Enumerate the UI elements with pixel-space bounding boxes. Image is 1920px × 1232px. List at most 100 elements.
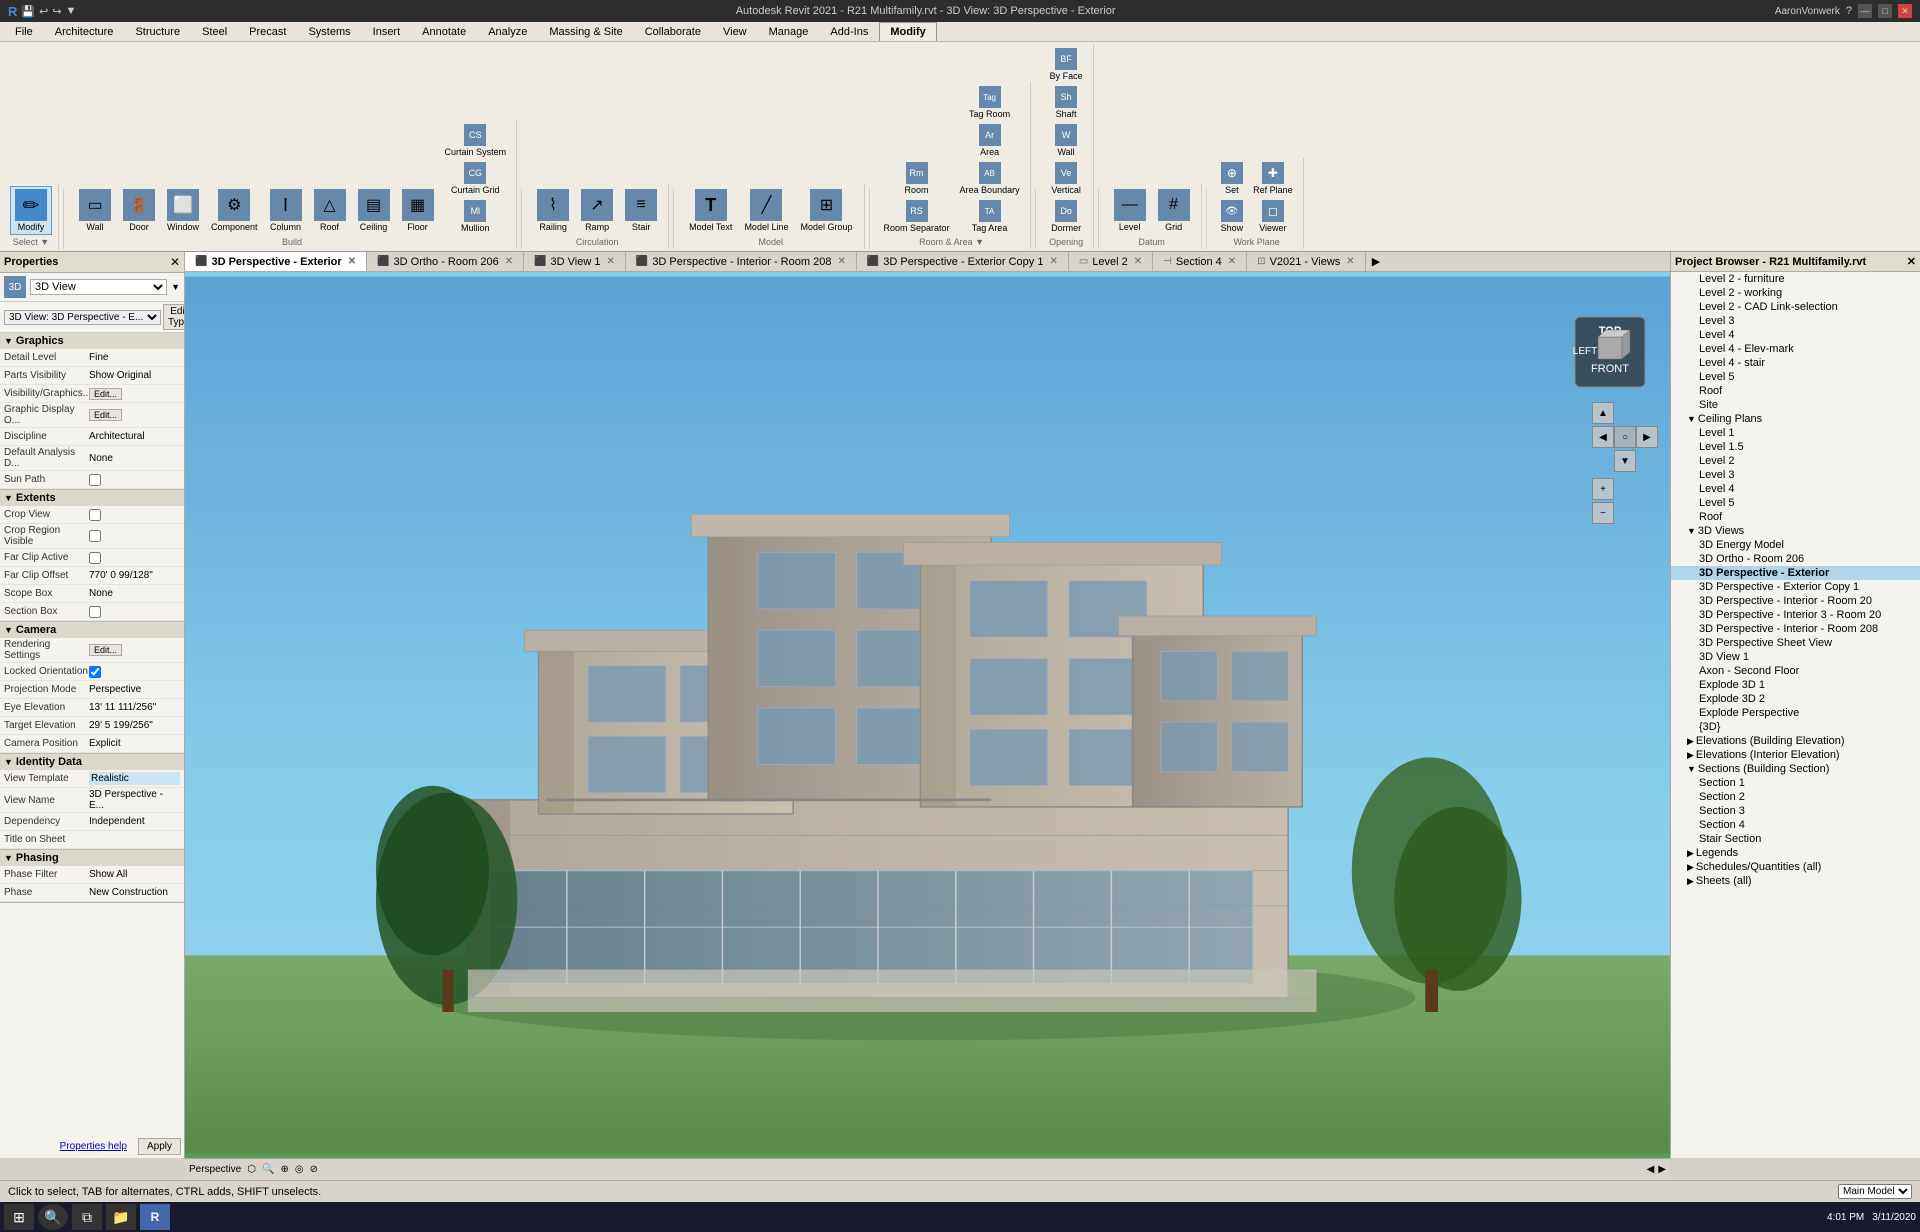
roof-btn[interactable]: △ Roof (309, 186, 351, 235)
tree-ceiling-l5[interactable]: Level 5 (1671, 496, 1920, 510)
properties-help-link[interactable]: Properties help (60, 1141, 127, 1152)
explorer-btn[interactable]: 📁 (106, 1204, 136, 1230)
search-btn[interactable]: 🔍 (38, 1204, 68, 1230)
start-btn[interactable]: ⊞ (4, 1204, 34, 1230)
vertical-btn[interactable]: Ve Vertical (1046, 160, 1087, 197)
view-type-dropdown[interactable]: 3D View (30, 279, 167, 295)
tree-explode-3d-2[interactable]: Explode 3D 2 (1671, 692, 1920, 706)
shaft-btn[interactable]: Sh Shaft (1046, 84, 1087, 121)
compass-widget[interactable]: TOP FRONT LEFT (1570, 312, 1650, 392)
tab-systems[interactable]: Systems (297, 22, 361, 41)
view-tab-level2[interactable]: ▭ Level 2 ✕ (1069, 252, 1153, 271)
vis-graphics-btn[interactable]: Edit... (89, 388, 122, 400)
nav-zoom-in-btn[interactable]: + (1592, 478, 1614, 500)
room-separator-btn[interactable]: RS Room Separator (880, 198, 954, 235)
window-btn[interactable]: ⬜ Window (162, 186, 204, 235)
tree-level5a[interactable]: Level 5 (1671, 370, 1920, 384)
view-tab-3d-perspective-exterior[interactable]: ⬛ 3D Perspective - Exterior ✕ (185, 252, 367, 271)
tree-section-2[interactable]: Section 2 (1671, 790, 1920, 804)
level-btn[interactable]: — Level (1109, 186, 1151, 235)
tree-ceiling-l4[interactable]: Level 4 (1671, 482, 1920, 496)
set-btn[interactable]: ⊕ Set (1217, 160, 1248, 197)
quick-access-redo[interactable]: ↪ (52, 5, 61, 18)
graphics-section-header[interactable]: ▼ Graphics (0, 333, 184, 349)
close-btn[interactable]: ✕ (1898, 4, 1912, 18)
tab-close-section4[interactable]: ✕ (1228, 256, 1236, 267)
show-btn[interactable]: 👁 Show (1217, 198, 1248, 235)
nav-icon-5[interactable]: ⊘ (310, 1164, 318, 1175)
tab-addins[interactable]: Add-Ins (819, 22, 879, 41)
nav-left-btn[interactable]: ◀ (1592, 426, 1614, 448)
crop-view-checkbox[interactable] (89, 509, 101, 521)
grid-btn[interactable]: # Grid (1153, 186, 1195, 235)
tab-close-extcopy[interactable]: ✕ (1049, 256, 1057, 267)
tab-massing[interactable]: Massing & Site (538, 22, 633, 41)
tab-insert[interactable]: Insert (362, 22, 412, 41)
tab-close-v2021[interactable]: ✕ (1346, 256, 1354, 267)
apply-btn[interactable]: Apply (138, 1138, 181, 1155)
edit-type-btn[interactable]: Edit Type (163, 304, 185, 330)
quick-access-undo[interactable]: ↩ (39, 5, 48, 18)
tab-view[interactable]: View (712, 22, 758, 41)
view-tab-ext-copy[interactable]: ⬛ 3D Perspective - Exterior Copy 1 ✕ (857, 252, 1069, 271)
tree-axon-second[interactable]: Axon - Second Floor (1671, 664, 1920, 678)
area-btn[interactable]: Ar Area (956, 122, 1024, 159)
tree-3d-energy[interactable]: 3D Energy Model (1671, 538, 1920, 552)
tree-level4-stair[interactable]: Level 4 - stair (1671, 356, 1920, 370)
tab-analyze[interactable]: Analyze (477, 22, 538, 41)
dormer-btn[interactable]: Do Dormer (1046, 198, 1087, 235)
nav-icon-2[interactable]: 🔍 (262, 1164, 274, 1175)
mullion-btn[interactable]: Ml Mullion (441, 198, 511, 235)
model-line-btn[interactable]: ╱ Model Line (739, 186, 793, 235)
floor-btn[interactable]: ▦ Floor (397, 186, 439, 235)
quick-access-save[interactable]: 💾 (21, 5, 35, 18)
nav-zoom-out-btn[interactable]: − (1592, 502, 1614, 524)
ceiling-btn[interactable]: ▤ Ceiling (353, 186, 395, 235)
view-tab-3d-view-1[interactable]: ⬛ 3D View 1 ✕ (524, 252, 626, 271)
identity-section-header[interactable]: ▼ Identity Data (0, 754, 184, 770)
tree-sections-building[interactable]: ▼Sections (Building Section) (1671, 762, 1920, 776)
tree-ceiling-l15[interactable]: Level 1.5 (1671, 440, 1920, 454)
tree-legends[interactable]: ▶Legends (1671, 846, 1920, 860)
quick-access-more[interactable]: ▼ (66, 5, 77, 17)
stair-btn[interactable]: ≡ Stair (620, 186, 662, 235)
nav-icon-3[interactable]: ⊕ (280, 1164, 288, 1175)
tree-level2-cad[interactable]: Level 2 - CAD Link-selection (1671, 300, 1920, 314)
tab-close-3d-ext[interactable]: ✕ (348, 256, 356, 267)
tree-ceiling-l2[interactable]: Level 2 (1671, 454, 1920, 468)
tag-area-btn[interactable]: TA Tag Area (956, 198, 1024, 235)
view-bar-arrow-left[interactable]: ◀ (1647, 1164, 1655, 1175)
tree-3d-view-1[interactable]: 3D View 1 (1671, 650, 1920, 664)
curtain-grid-btn[interactable]: CG Curtain Grid (441, 160, 511, 197)
crop-region-checkbox[interactable] (89, 530, 101, 542)
tab-close-int208[interactable]: ✕ (837, 256, 845, 267)
tree-site[interactable]: Site (1671, 398, 1920, 412)
tab-steel[interactable]: Steel (191, 22, 238, 41)
door-btn[interactable]: 🚪 Door (118, 186, 160, 235)
nav-down-btn[interactable]: ▼ (1614, 450, 1636, 472)
project-browser-close[interactable]: ✕ (1907, 255, 1916, 268)
tree-explode-pers[interactable]: Explode Perspective (1671, 706, 1920, 720)
ref-plane-btn[interactable]: ✚ Ref Plane (1249, 160, 1297, 197)
model-text-btn[interactable]: T Model Text (684, 186, 737, 235)
tree-level2-working[interactable]: Level 2 - working (1671, 286, 1920, 300)
tree-elevations-interior[interactable]: ▶Elevations (Interior Elevation) (1671, 748, 1920, 762)
nav-right-btn[interactable]: ▶ (1636, 426, 1658, 448)
tree-3d-pers-int3[interactable]: 3D Perspective - Interior 3 - Room 20 (1671, 608, 1920, 622)
rendering-settings-btn[interactable]: Edit... (89, 644, 122, 656)
tree-level2-furniture[interactable]: Level 2 - furniture (1671, 272, 1920, 286)
tree-explode-3d-1[interactable]: Explode 3D 1 (1671, 678, 1920, 692)
area-boundary-btn[interactable]: AB Area Boundary (956, 160, 1024, 197)
tree-ceiling-roof[interactable]: Roof (1671, 510, 1920, 524)
tab-manage[interactable]: Manage (758, 22, 820, 41)
locked-orientation-checkbox[interactable] (89, 666, 101, 678)
modify-btn[interactable]: ✏ Modify (10, 186, 52, 235)
wall-opening-btn[interactable]: W Wall (1046, 122, 1087, 159)
tab-precast[interactable]: Precast (238, 22, 297, 41)
tag-room-btn[interactable]: Tag Tag Room (956, 84, 1024, 121)
tab-architecture[interactable]: Architecture (44, 22, 125, 41)
view-tab-section4[interactable]: ⊣ Section 4 ✕ (1153, 252, 1247, 271)
tree-3d-bracket[interactable]: {3D} (1671, 720, 1920, 734)
tree-ceiling-l1[interactable]: Level 1 (1671, 426, 1920, 440)
active-model-select[interactable]: Main Model (1838, 1184, 1912, 1199)
